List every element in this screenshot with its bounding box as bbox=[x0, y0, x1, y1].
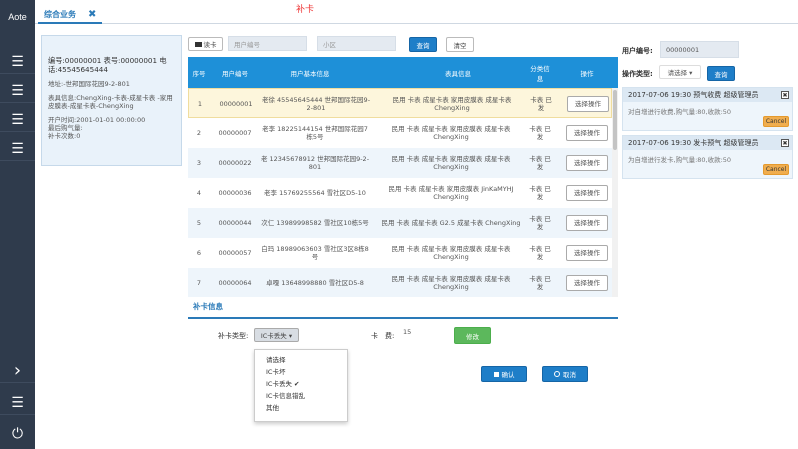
section-divider bbox=[188, 317, 618, 319]
fee-value: 15 bbox=[403, 328, 412, 336]
confirm-button[interactable]: 确认 bbox=[481, 366, 527, 382]
user-card-count: 补卡次数:0 bbox=[48, 132, 81, 140]
menu-icon[interactable]: ☰ bbox=[0, 391, 35, 415]
table-row[interactable]: 5 00000044 次仁 13989998582 雪社区10栋5号 民用 卡表… bbox=[188, 208, 612, 238]
user-no-input[interactable]: 用户编号 bbox=[228, 36, 307, 51]
table-row[interactable]: 4 00000036 老李 15769255564 雪社区D5-10 民用 卡表… bbox=[188, 178, 612, 208]
col-meter: 表具信息 bbox=[445, 69, 471, 78]
type-label: 补卡类型: bbox=[218, 332, 249, 340]
select-op-button[interactable]: 选择操作 bbox=[566, 275, 608, 291]
power-icon[interactable]: ⏻ bbox=[0, 422, 35, 446]
col-category: 分类信息 bbox=[530, 64, 550, 83]
clear-button[interactable]: 清空 bbox=[446, 37, 474, 52]
tab-business[interactable]: 综合业务 ✖ bbox=[38, 6, 103, 24]
message-title: 2017-07-06 19:30 预气收费 超级管理员 bbox=[623, 88, 792, 102]
col-op: 操作 bbox=[580, 69, 594, 78]
message-card: 2017-07-06 19:30 预气收费 超级管理员 ✖ 对自增进行收费,购气… bbox=[622, 87, 793, 131]
user-info-card: 编号:00000001 表号:00000001 电话:45545645444 地… bbox=[41, 35, 182, 166]
select-op-button[interactable]: 选择操作 bbox=[567, 96, 609, 112]
tab-label: 综合业务 bbox=[44, 9, 76, 19]
select-op-button[interactable]: 选择操作 bbox=[566, 155, 608, 171]
user-id-line: 编号:00000001 表号:00000001 电话:45545645444 bbox=[48, 56, 167, 74]
close-icon[interactable]: ✖ bbox=[781, 139, 789, 147]
col-basic: 用户基本信息 bbox=[290, 69, 330, 78]
query-button[interactable]: 查询 bbox=[409, 37, 437, 52]
dropdown-option[interactable]: 其他 bbox=[255, 401, 347, 413]
read-card-label: 读卡 bbox=[203, 41, 217, 49]
type-select[interactable]: IC卡丢失 ▾ bbox=[254, 328, 299, 342]
tab-bar bbox=[35, 0, 798, 24]
op-type-label: 操作类型: bbox=[622, 70, 653, 78]
dropdown-option[interactable]: IC卡信息错乱 bbox=[255, 389, 347, 401]
menu-icon[interactable]: ☰ bbox=[0, 50, 35, 74]
message-body: 对自增进行收费,购气量:80,收款:50 bbox=[628, 108, 732, 116]
table-row[interactable]: 3 00000022 老 12345678912 世邦国际花园9-2-801 民… bbox=[188, 148, 612, 178]
table-header: 序号 用户编号 用户基本信息 表具信息 分类信息 操作 bbox=[188, 57, 618, 88]
cancel-button[interactable]: 取消 bbox=[542, 366, 588, 382]
cancel-label: 取消 bbox=[563, 371, 576, 379]
menu-icon[interactable]: ☰ bbox=[0, 137, 35, 161]
fee-label: 卡 费: bbox=[371, 332, 395, 340]
close-icon[interactable]: ✖ bbox=[88, 9, 96, 20]
message-cancel-button[interactable]: Cancel bbox=[763, 116, 789, 127]
dropdown-option[interactable]: IC卡坏 bbox=[255, 365, 347, 377]
scroll-thumb[interactable] bbox=[613, 90, 617, 150]
table-row[interactable]: 6 00000057 白玛 18989063603 雪社区3区8栋8号 民用 卡… bbox=[188, 238, 612, 268]
table-row[interactable]: 7 00000064 卓嘎 13648998880 雪社区D5-8 民用 卡表 … bbox=[188, 268, 612, 297]
select-op-button[interactable]: 选择操作 bbox=[566, 185, 608, 201]
area-input[interactable]: 小区 bbox=[317, 36, 396, 51]
user-last-buy: 最后购气量: bbox=[48, 124, 83, 132]
read-card-button[interactable]: 读卡 bbox=[188, 37, 223, 51]
dropdown-option[interactable]: 请选择 bbox=[255, 353, 347, 365]
confirm-label: 确认 bbox=[501, 371, 515, 379]
select-op-button[interactable]: 选择操作 bbox=[566, 215, 608, 231]
save-icon bbox=[493, 371, 499, 377]
user-meter: 表具信息:ChengXing-卡表-成星卡表 -家用皮膜表-成星卡表-Cheng… bbox=[48, 94, 173, 110]
card-icon bbox=[194, 41, 202, 47]
expand-icon[interactable]: › bbox=[0, 359, 35, 383]
dropdown-option[interactable]: IC卡丢失 ✔ bbox=[255, 377, 347, 389]
table-body: 1 00000001 老徐 45545645444 世邦国际花园9-2-801 … bbox=[188, 88, 618, 297]
modify-button[interactable]: 修改 bbox=[454, 327, 491, 344]
menu-icon[interactable]: ☰ bbox=[0, 108, 35, 132]
message-cancel-button[interactable]: Cancel bbox=[763, 164, 789, 175]
user-address: 地址:-世邦国际花园9-2-801 bbox=[48, 80, 130, 88]
type-dropdown-menu: 请选择 IC卡坏 IC卡丢失 ✔ IC卡信息错乱 其他 bbox=[254, 349, 348, 422]
brand-logo: Aote bbox=[8, 12, 27, 22]
gear-icon bbox=[554, 371, 560, 377]
op-type-select[interactable]: 请选择 ▾ bbox=[659, 65, 701, 79]
right-query-button[interactable]: 查询 bbox=[707, 66, 735, 81]
message-card: 2017-07-06 19:30 发卡预气 超级管理员 ✖ 为自增进行发卡,购气… bbox=[622, 135, 793, 179]
reissue-section-tab[interactable]: 补卡信息 bbox=[193, 301, 223, 312]
right-user-no-input[interactable]: 00000001 bbox=[660, 41, 739, 58]
select-op-button[interactable]: 选择操作 bbox=[566, 245, 608, 261]
user-open-time: 开户时间:2001-01-01 00:00:00 bbox=[48, 116, 146, 124]
col-user-no: 用户编号 bbox=[222, 69, 248, 78]
table-row[interactable]: 2 00000007 老李 18225144154 世邦国际花园7栋5号 民用 … bbox=[188, 118, 612, 148]
close-icon[interactable]: ✖ bbox=[781, 91, 789, 99]
menu-icon[interactable]: ☰ bbox=[0, 79, 35, 103]
message-body: 为自增进行发卡,购气量:80,收款:50 bbox=[628, 156, 732, 164]
right-user-no-label: 用户编号: bbox=[622, 47, 653, 55]
select-op-button[interactable]: 选择操作 bbox=[566, 125, 608, 141]
side-nav: Aote ☰ ☰ ☰ ☰ › ☰ ⏻ bbox=[0, 0, 35, 449]
col-seq: 序号 bbox=[192, 69, 206, 78]
message-title: 2017-07-06 19:30 发卡预气 超级管理员 bbox=[623, 136, 792, 150]
page-title: 补卡 bbox=[296, 5, 315, 15]
table-row[interactable]: 1 00000001 老徐 45545645444 世邦国际花园9-2-801 … bbox=[188, 88, 612, 118]
